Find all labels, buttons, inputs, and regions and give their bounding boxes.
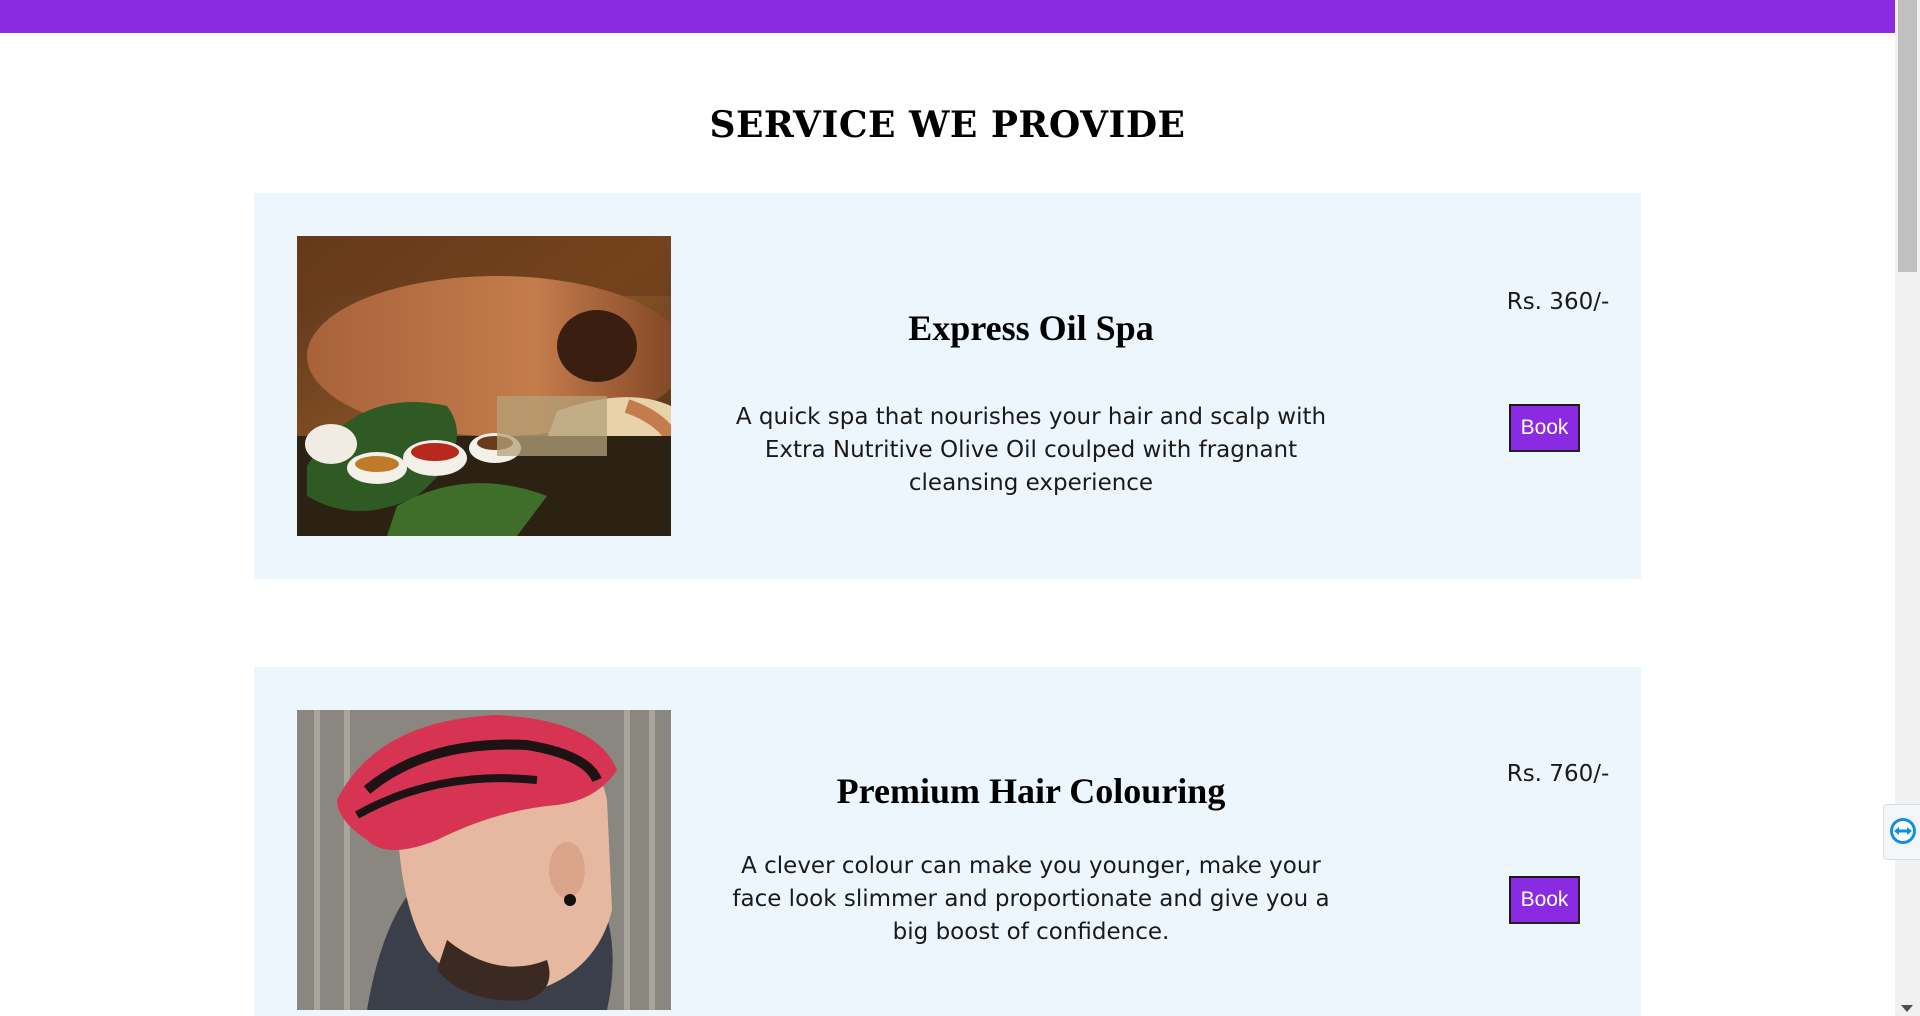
service-price: Rs. 360/- — [1506, 289, 1610, 315]
service-price: Rs. 760/- — [1506, 761, 1610, 787]
book-button[interactable]: Book — [1509, 404, 1580, 452]
page-viewport: SERVICE WE PROVIDE Express Oil Spa A qui… — [0, 0, 1895, 1016]
vertical-scrollbar[interactable] — [1895, 0, 1920, 1016]
book-button[interactable]: Book — [1509, 876, 1580, 924]
service-description: A clever colour can make you younger, ma… — [732, 853, 1330, 945]
service-card-premium-hair-colouring: Premium Hair Colouring A clever colour c… — [254, 667, 1641, 1016]
hair-colouring-image — [297, 710, 671, 1010]
service-title: Premium Hair Colouring — [836, 771, 1226, 811]
page-title: SERVICE WE PROVIDE — [709, 104, 1186, 146]
spa-massage-image — [297, 236, 671, 536]
teamviewer-side-tab[interactable] — [1883, 804, 1920, 860]
scroll-down-arrow-icon[interactable] — [1901, 1005, 1913, 1012]
service-description: A quick spa that nourishes your hair and… — [735, 404, 1327, 496]
teamviewer-icon — [1890, 818, 1916, 844]
scrollbar-thumb[interactable] — [1898, 0, 1917, 272]
top-navbar — [0, 0, 1895, 33]
service-card-express-oil-spa: Express Oil Spa A quick spa that nourish… — [254, 193, 1641, 579]
service-title: Express Oil Spa — [908, 308, 1154, 348]
